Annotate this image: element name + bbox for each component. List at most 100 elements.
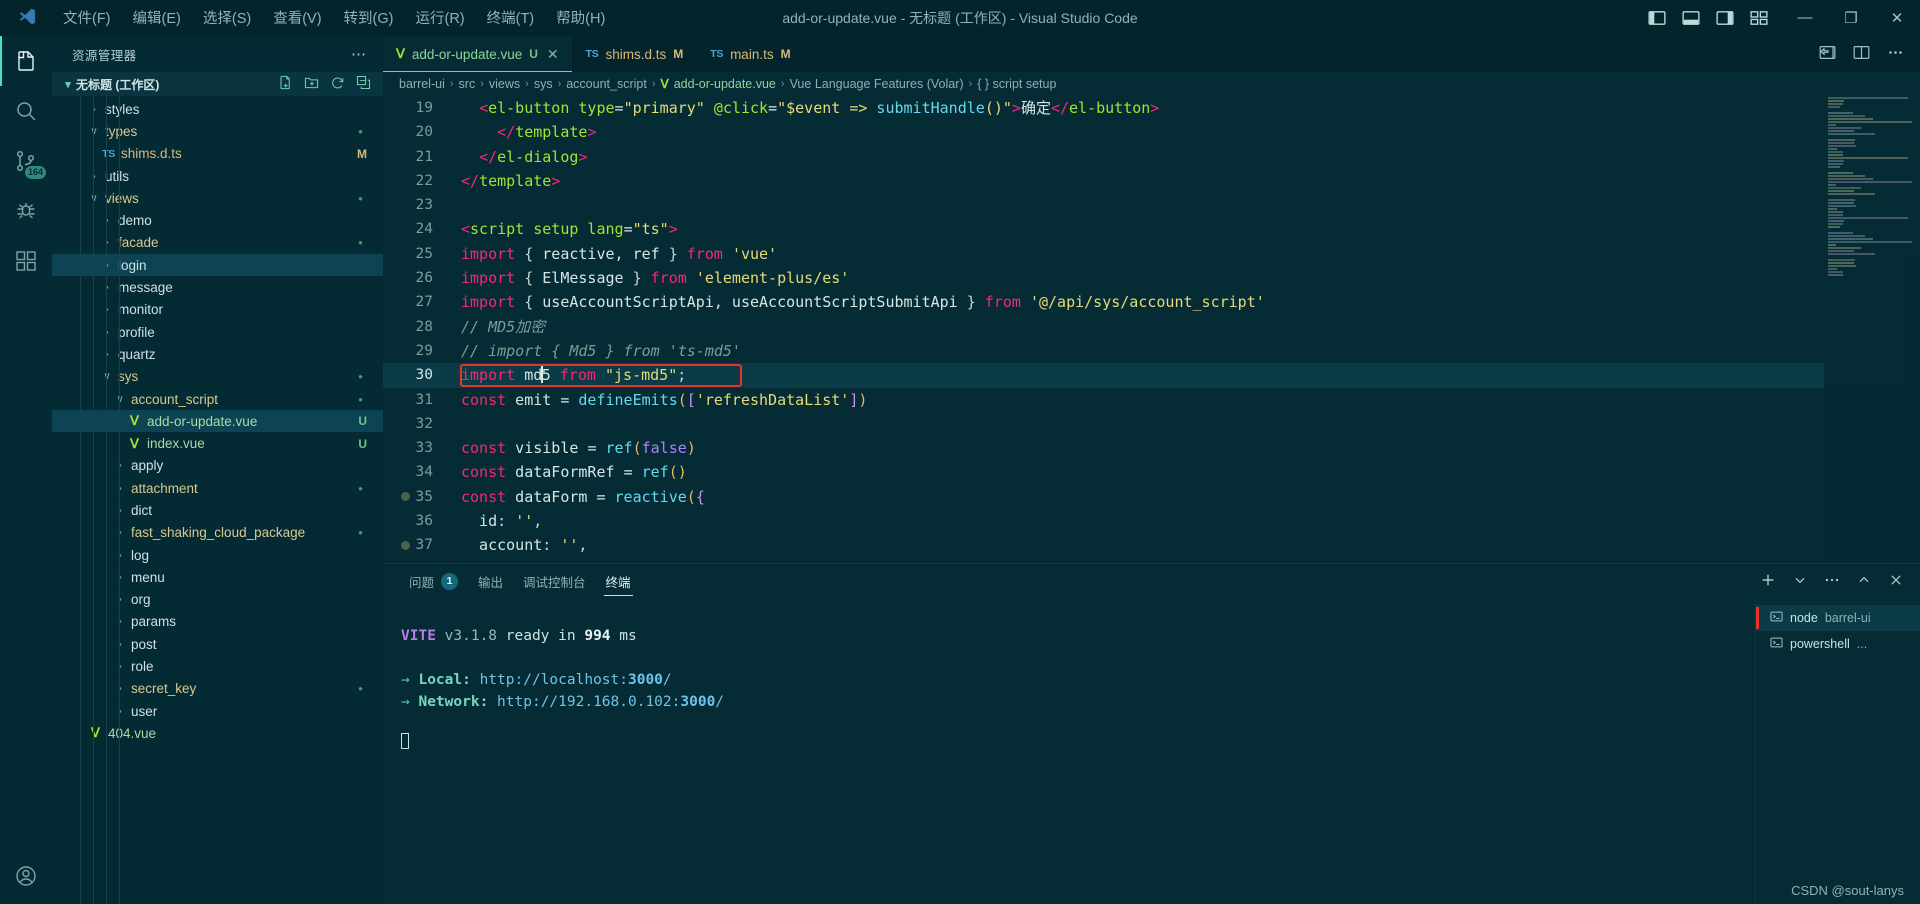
collapse-all-icon[interactable]	[356, 75, 371, 93]
breadcrumb-item-6[interactable]: Vue Language Features (Volar)	[790, 77, 964, 91]
tree-item-404.vue[interactable]: ᐯ 404.vue	[52, 722, 383, 744]
tree-item-role[interactable]: › role	[52, 655, 383, 677]
menu-item-7[interactable]: 帮助(H)	[545, 3, 616, 32]
sidebar-item-extensions[interactable]	[0, 236, 52, 286]
split-editor-right-icon[interactable]	[1853, 44, 1870, 64]
maximize-panel-icon[interactable]	[1856, 572, 1872, 591]
customize-layout-icon[interactable]	[1750, 9, 1768, 27]
new-terminal-icon[interactable]	[1760, 572, 1776, 591]
terminal-list-item-1[interactable]: powershell...	[1756, 631, 1920, 657]
tab-main.ts[interactable]: TS main.ts M	[697, 36, 805, 72]
minimap[interactable]	[1824, 96, 1920, 563]
close-button[interactable]: ✕	[1874, 0, 1920, 35]
breadcrumb-item-5[interactable]: add-or-update.vue	[674, 77, 776, 91]
code-line-24[interactable]: 24 <script setup lang="ts">	[383, 217, 1824, 241]
code-line-34[interactable]: 34 const dataFormRef = ref()	[383, 460, 1824, 484]
tree-item-demo[interactable]: › demo	[52, 209, 383, 231]
tree-item-post[interactable]: › post	[52, 633, 383, 655]
tree-item-secret_key[interactable]: › secret_key ●	[52, 678, 383, 700]
code-line-25[interactable]: 25 import { reactive, ref } from 'vue'	[383, 242, 1824, 266]
tree-item-dict[interactable]: › dict	[52, 499, 383, 521]
chevron-down-icon[interactable]	[1792, 572, 1808, 591]
refresh-icon[interactable]	[330, 75, 345, 93]
breadcrumb-item-1[interactable]: src	[459, 77, 476, 91]
menu-item-3[interactable]: 查看(V)	[262, 3, 332, 32]
sidebar-item-source-control[interactable]: 164	[0, 136, 52, 186]
close-panel-icon[interactable]	[1888, 572, 1904, 591]
tree-item-monitor[interactable]: › monitor	[52, 299, 383, 321]
tree-item-index.vue[interactable]: ᐯ index.vue U	[52, 432, 383, 454]
code-line-38[interactable]: 38 password: ''	[383, 558, 1824, 563]
code-line-20[interactable]: 20 </template>	[383, 120, 1824, 144]
code-editor[interactable]: 19 <el-button type="primary" @click="$ev…	[383, 96, 1920, 563]
breadcrumb-item-3[interactable]: sys	[534, 77, 553, 91]
code-line-36[interactable]: 36 id: '',	[383, 509, 1824, 533]
breakpoint-dot[interactable]	[401, 540, 410, 550]
tree-item-log[interactable]: › log	[52, 544, 383, 566]
tree-item-quartz[interactable]: › quartz	[52, 343, 383, 365]
panel-tab-3[interactable]: 终端	[596, 564, 641, 599]
terminal-list-item-0[interactable]: node barrel-ui	[1756, 605, 1920, 631]
sidebar-item-accounts[interactable]	[0, 854, 52, 904]
tree-item-sys[interactable]: ∨sys●	[52, 366, 383, 388]
code-line-35[interactable]: 35 const dataForm = reactive({	[383, 485, 1824, 509]
menu-item-4[interactable]: 转到(G)	[333, 3, 405, 32]
menu-item-5[interactable]: 运行(R)	[404, 3, 475, 32]
tree-item-login[interactable]: › login	[52, 254, 383, 277]
new-folder-icon[interactable]	[304, 75, 319, 93]
code-line-21[interactable]: 21 </el-dialog>	[383, 145, 1824, 169]
code-line-23[interactable]: 23	[383, 193, 1824, 217]
editor-more-actions-icon[interactable]	[1887, 44, 1904, 64]
tree-item-user[interactable]: › user	[52, 700, 383, 722]
code-line-31[interactable]: 31 const emit = defineEmits(['refreshData…	[383, 388, 1824, 412]
tree-item-attachment[interactable]: › attachment ●	[52, 477, 383, 499]
panel-more-actions-icon[interactable]	[1824, 572, 1840, 591]
breadcrumb-item-0[interactable]: barrel-ui	[399, 77, 445, 91]
tree-item-styles[interactable]: › styles	[52, 98, 383, 120]
code-line-27[interactable]: 27 import { useAccountScriptApi, useAccou…	[383, 290, 1824, 314]
code-area[interactable]: 19 <el-button type="primary" @click="$ev…	[383, 96, 1824, 563]
terminal-output[interactable]: VITE v3.1.8 ready in 994 ms → Local: http…	[383, 599, 1755, 904]
panel-tab-0[interactable]: 问题 1	[399, 564, 468, 599]
menu-item-1[interactable]: 编辑(E)	[122, 3, 192, 32]
code-line-30[interactable]: 30 import md5 from "js-md5";	[383, 363, 1824, 388]
toggle-panel-icon[interactable]	[1682, 9, 1700, 27]
menu-item-2[interactable]: 选择(S)	[192, 3, 262, 32]
tab-add-or-update.vue[interactable]: ᐯ add-or-update.vue U ✕	[383, 36, 573, 72]
code-line-32[interactable]: 32	[383, 412, 1824, 436]
code-line-29[interactable]: 29 // import { Md5 } from 'ts-md5'	[383, 339, 1824, 363]
tree-item-params[interactable]: › params	[52, 611, 383, 633]
breadcrumb-item-4[interactable]: account_script	[566, 77, 647, 91]
code-line-37[interactable]: 37 account: '',	[383, 533, 1824, 557]
sidebar-item-explorer[interactable]	[0, 36, 52, 86]
tree-item-message[interactable]: › message	[52, 276, 383, 298]
breadcrumb-item-2[interactable]: views	[489, 77, 520, 91]
sidebar-item-run-and-debug[interactable]	[0, 186, 52, 236]
tree-item-apply[interactable]: › apply	[52, 455, 383, 477]
panel-tab-2[interactable]: 调试控制台	[513, 564, 596, 599]
breadcrumb[interactable]: barrel-ui › src › views › sys › account_script › ᐯ…	[383, 72, 1920, 96]
tree-item-utils[interactable]: › utils	[52, 165, 383, 187]
tree-item-account_script[interactable]: ∨account_script ●	[52, 388, 383, 410]
tree-item-shims.d.ts[interactable]: TS shims.d.ts M	[52, 143, 383, 165]
tree-item-org[interactable]: › org	[52, 589, 383, 611]
tree-item-menu[interactable]: › menu	[52, 566, 383, 588]
toggle-primary-sidebar-icon[interactable]	[1648, 9, 1666, 27]
terminal-list[interactable]: node barrel-ui powershell...	[1755, 599, 1920, 904]
code-line-28[interactable]: 28 // MD5加密	[383, 315, 1824, 339]
menu-item-6[interactable]: 终端(T)	[476, 3, 546, 32]
file-tree[interactable]: ›styles∨types●TSshims.d.tsM›utils∨views●…	[52, 96, 383, 904]
tree-item-profile[interactable]: › profile	[52, 321, 383, 343]
tree-item-types[interactable]: ∨types●	[52, 120, 383, 142]
tab-shims.d.ts[interactable]: TS shims.d.ts M	[573, 36, 698, 72]
sidebar-more-actions-icon[interactable]: ⋯	[351, 45, 375, 63]
workspace-root-row[interactable]: ▾ 无标题 (工作区)	[52, 72, 383, 96]
menu-item-0[interactable]: 文件(F)	[52, 3, 122, 32]
close-tab-icon[interactable]: ✕	[547, 46, 559, 63]
minimize-button[interactable]: —	[1782, 0, 1828, 35]
sidebar-item-search[interactable]	[0, 86, 52, 136]
split-editor-icon[interactable]	[1819, 44, 1836, 64]
code-line-33[interactable]: 33 const visible = ref(false)	[383, 436, 1824, 460]
maximize-button[interactable]: ❐	[1828, 0, 1874, 35]
tree-item-fast_shaking_cloud_package[interactable]: › fast_shaking_cloud_package ●	[52, 522, 383, 544]
